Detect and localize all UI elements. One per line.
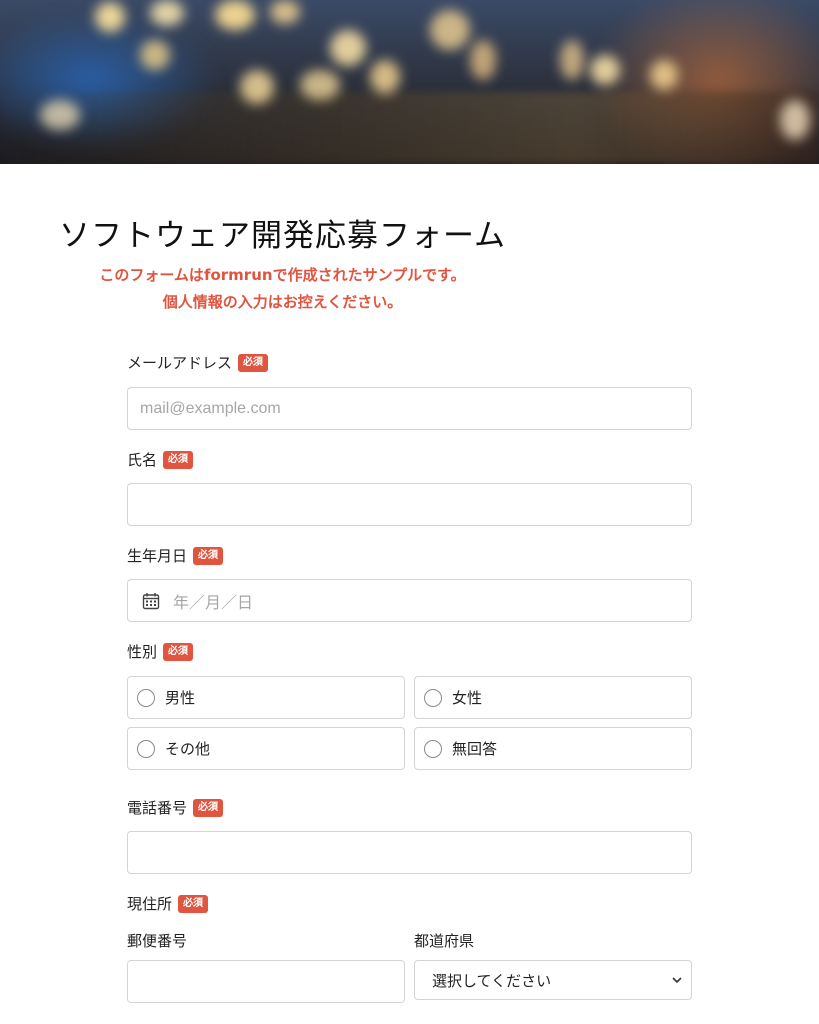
- gender-option-no-answer[interactable]: 無回答: [414, 727, 692, 770]
- birthdate-label: 生年月日 必須: [127, 545, 224, 566]
- gender-option-label: 無回答: [452, 740, 498, 758]
- radio-circle-icon: [424, 688, 442, 707]
- birthdate-label-text: 生年月日: [127, 547, 188, 565]
- gender-option-label: 女性: [452, 689, 483, 707]
- name-label-text: 氏名: [127, 451, 158, 469]
- gender-option-male[interactable]: 男性: [127, 676, 405, 719]
- radio-circle-icon: [137, 688, 155, 707]
- chevron-down-icon: [672, 977, 682, 984]
- prefecture-select[interactable]: 選択してください: [414, 960, 692, 1000]
- required-badge: 必須: [193, 798, 224, 817]
- email-label-text: メールアドレス: [127, 354, 233, 372]
- notice-post: で作成されたサンプルです。: [272, 266, 466, 284]
- address-label-text: 現住所: [127, 895, 173, 913]
- required-badge: 必須: [163, 642, 194, 661]
- postal-code-label: 郵便番号: [127, 932, 188, 950]
- form-notice: このフォームはformrunで作成されたサンプルです。 個人情報の入力はお控えく…: [0, 262, 692, 316]
- radio-circle-icon: [137, 739, 155, 758]
- gender-option-female[interactable]: 女性: [414, 676, 692, 719]
- name-field[interactable]: [127, 483, 692, 526]
- phone-field[interactable]: [127, 831, 692, 874]
- email-field[interactable]: [127, 387, 692, 430]
- gender-label: 性別 必須: [127, 641, 194, 662]
- prefecture-selected-value: 選択してください: [432, 971, 552, 990]
- form-title: ソフトウェア開発応募フォーム: [58, 218, 507, 254]
- email-label: メールアドレス 必須: [127, 352, 269, 373]
- gender-option-label: その他: [165, 740, 211, 758]
- calendar-icon: [142, 592, 160, 609]
- address-label: 現住所 必須: [127, 893, 209, 914]
- birthdate-field[interactable]: 年／月／日: [127, 579, 692, 622]
- phone-label-text: 電話番号: [127, 799, 188, 817]
- prefecture-label: 都道府県: [414, 932, 475, 950]
- birthdate-placeholder: 年／月／日: [173, 592, 254, 612]
- gender-option-other[interactable]: その他: [127, 727, 405, 770]
- notice-line-1: このフォームはformrunで作成されたサンプルです。: [0, 262, 692, 289]
- name-label: 氏名 必須: [127, 449, 194, 470]
- radio-circle-icon: [424, 739, 442, 758]
- notice-pre: このフォームは: [99, 266, 204, 284]
- gender-option-label: 男性: [165, 689, 196, 707]
- postal-code-input[interactable]: [127, 960, 405, 1003]
- required-badge: 必須: [178, 894, 209, 913]
- required-badge: 必須: [163, 450, 194, 469]
- required-badge: 必須: [193, 546, 224, 565]
- required-badge: 必須: [238, 353, 269, 372]
- notice-line-2: 個人情報の入力はお控えください。: [162, 293, 403, 311]
- gender-label-text: 性別: [127, 643, 158, 661]
- phone-label: 電話番号 必須: [127, 797, 224, 818]
- header-image: [0, 0, 819, 164]
- notice-brand: formrun: [203, 266, 273, 284]
